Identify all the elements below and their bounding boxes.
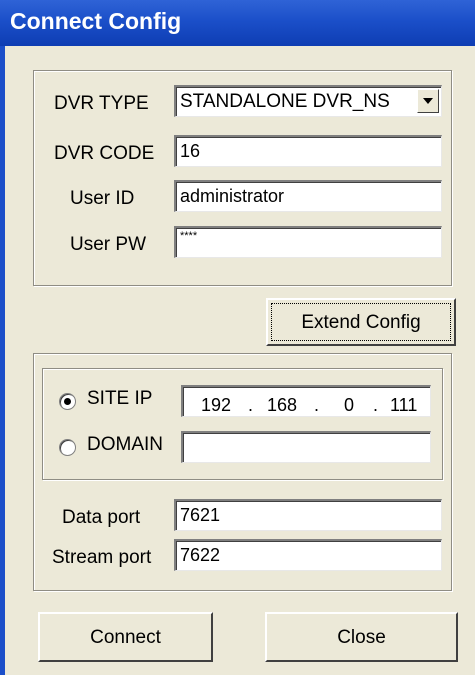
domain-field[interactable]: [181, 431, 431, 463]
data-port-label: Data port: [62, 507, 141, 528]
close-button[interactable]: Close: [265, 612, 458, 662]
radio-selected-dot: [64, 398, 71, 405]
site-ip-field[interactable]: 192 . 168 . 0 . 111: [181, 385, 431, 417]
ip-dot: .: [248, 395, 254, 415]
dvr-type-label: DVR TYPE: [54, 93, 149, 114]
ip-octet-1: 192: [201, 395, 232, 415]
extend-config-button[interactable]: Extend Config: [266, 298, 456, 346]
site-ip-label: SITE IP: [87, 388, 153, 409]
data-port-field[interactable]: 7621: [174, 499, 442, 531]
stream-port-field[interactable]: 7622: [174, 539, 442, 571]
dvr-code-value: 16: [180, 141, 201, 161]
data-port-value: 7621: [180, 505, 221, 525]
dvr-type-select[interactable]: STANDALONE DVR_NS: [174, 85, 442, 117]
connect-label: Connect: [90, 627, 161, 648]
ip-octet-3: 0: [344, 395, 355, 415]
focus-rect: [271, 303, 451, 341]
window-frame-left: [0, 46, 5, 675]
ip-octet-4: 111: [390, 395, 418, 415]
ip-octet-2: 168: [267, 395, 298, 415]
user-pw-field[interactable]: ****: [174, 226, 442, 258]
user-id-label: User ID: [70, 188, 135, 209]
dvr-type-value: STANDALONE DVR_NS: [180, 91, 390, 112]
site-ip-radio[interactable]: [59, 393, 76, 410]
domain-radio[interactable]: [59, 439, 76, 456]
dvr-code-label: DVR CODE: [54, 143, 155, 164]
stream-port-value: 7622: [180, 545, 221, 565]
window-title: Connect Config: [10, 8, 182, 34]
title-bar[interactable]: Connect Config: [0, 0, 475, 46]
network-group: SITE IP 192 . 168 . 0 . 111 DOMAIN Data …: [33, 353, 452, 591]
user-pw-label: User PW: [70, 234, 146, 255]
stream-port-label: Stream port: [52, 547, 152, 568]
close-label: Close: [337, 627, 386, 648]
connect-button[interactable]: Connect: [38, 612, 213, 662]
domain-label: DOMAIN: [87, 434, 163, 455]
ip-dot: .: [314, 395, 320, 415]
chevron-down-icon[interactable]: [417, 89, 439, 113]
ip-dot: .: [373, 395, 379, 415]
login-group: DVR TYPE STANDALONE DVR_NS DVR CODE 16 U…: [33, 70, 452, 286]
dvr-code-field[interactable]: 16: [174, 135, 442, 167]
user-id-field[interactable]: administrator: [174, 180, 442, 212]
address-subgroup: SITE IP 192 . 168 . 0 . 111 DOMAIN: [42, 368, 443, 480]
user-pw-value: ****: [180, 230, 198, 242]
user-id-value: administrator: [180, 186, 285, 206]
